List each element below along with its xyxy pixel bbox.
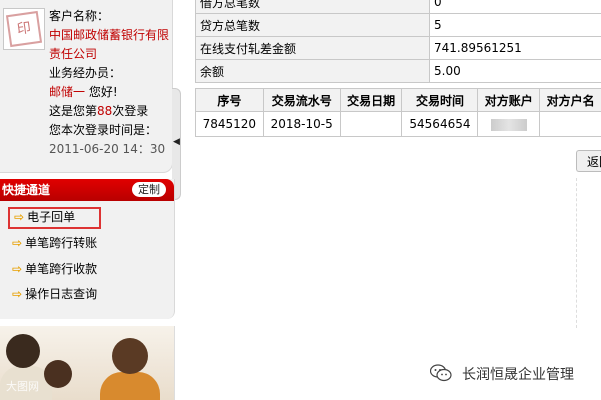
watermark-text: 长润恒晟企业管理 bbox=[462, 367, 574, 383]
cell-account bbox=[477, 111, 541, 137]
arrow-right-icon: ⇨ bbox=[12, 287, 23, 301]
quick-item-label: 操作日志查询 bbox=[25, 287, 98, 301]
table-header-row: 序号 交易流水号 交易日期 交易时间 对方账户 对方户名 bbox=[195, 88, 601, 112]
column-header: 序号 bbox=[195, 88, 264, 112]
promo-photo: 大图网 bbox=[0, 326, 175, 400]
caret-left-icon: ◀ bbox=[173, 137, 180, 147]
table-row: 贷方总笔数 5 bbox=[195, 13, 601, 37]
quick-item-e-receipt[interactable]: ⇨ 电子回单 bbox=[8, 207, 102, 229]
quick-access-title: 快捷通道 bbox=[2, 183, 51, 197]
summary-label: 余额 bbox=[195, 59, 430, 83]
table-row[interactable]: 7845120 2018-10-5 54564654 bbox=[195, 111, 601, 137]
summary-value: 0 bbox=[429, 0, 601, 14]
back-button[interactable]: 返回 bbox=[576, 150, 601, 172]
visit-count: 88 bbox=[97, 104, 113, 118]
quick-item-label: 单笔跨行转账 bbox=[25, 236, 98, 250]
customer-name: 中国邮政储蓄银行有限责任公司 bbox=[49, 28, 170, 61]
cell-serial: 2018-10-5 bbox=[262, 111, 341, 137]
column-header: 对方户名 bbox=[539, 88, 601, 112]
table-row: 余额 5.00 bbox=[195, 59, 601, 83]
last-login-time: 2011-06-20 14：30 bbox=[49, 142, 166, 156]
summary-value: 5 bbox=[429, 13, 601, 37]
transactions-table: 序号 交易流水号 交易日期 交易时间 对方账户 对方户名 7845120 201… bbox=[195, 88, 601, 137]
seal-icon: 印 bbox=[5, 10, 43, 48]
table-row: 在线支付轧差金额 741.89561251 bbox=[195, 36, 601, 60]
column-header: 对方账户 bbox=[477, 88, 541, 112]
quick-access-header: 快捷通道 定制 bbox=[0, 179, 174, 201]
column-header: 交易日期 bbox=[339, 88, 403, 112]
agent-name: 邮储一 bbox=[49, 85, 86, 99]
summary-table: 借方总笔数 0 贷方总笔数 5 在线支付轧差金额 741.89561251 余额 5.0… bbox=[195, 0, 601, 83]
quick-item-label: 单笔跨行收款 bbox=[25, 262, 98, 276]
quick-item-interbank-transfer[interactable]: ⇨ 单笔跨行转账 bbox=[8, 233, 97, 253]
column-header: 交易时间 bbox=[401, 88, 479, 112]
quick-item-interbank-collection[interactable]: ⇨ 单笔跨行收款 bbox=[8, 259, 97, 279]
summary-value: 741.89561251 bbox=[429, 36, 601, 60]
sidebar: 印 客户名称： 中国邮政储蓄银行有限责任公司 业务经办员： 邮储一 您好! 这是… bbox=[0, 0, 181, 400]
cell-date bbox=[339, 111, 403, 137]
wechat-icon bbox=[430, 364, 452, 382]
photo-watermark: 大图网 bbox=[6, 380, 39, 393]
arrow-right-icon: ⇨ bbox=[14, 210, 25, 224]
redacted-account bbox=[490, 118, 527, 131]
quick-item-label: 电子回单 bbox=[27, 210, 76, 224]
cell-name bbox=[539, 111, 601, 137]
quick-item-operation-log[interactable]: ⇨ 操作日志查询 bbox=[8, 284, 97, 304]
last-login-label: 您本次登录时间是： bbox=[49, 123, 158, 137]
summary-label: 在线支付轧差金额 bbox=[195, 36, 430, 60]
visit-prefix: 这是您第 bbox=[49, 104, 98, 118]
summary-label: 贷方总笔数 bbox=[195, 13, 430, 37]
summary-label: 借方总笔数 bbox=[195, 0, 430, 14]
greeting: 您好! bbox=[85, 85, 118, 99]
cell-seq: 7845120 bbox=[195, 111, 264, 137]
cell-time: 54564654 bbox=[401, 111, 479, 137]
user-info-panel: 印 客户名称： 中国邮政储蓄银行有限责任公司 业务经办员： 邮储一 您好! 这是… bbox=[0, 0, 173, 173]
table-row: 借方总笔数 0 bbox=[195, 0, 601, 14]
agent-label: 业务经办员： bbox=[49, 66, 122, 80]
visit-suffix: 次登录 bbox=[112, 104, 149, 118]
divider bbox=[576, 178, 578, 328]
arrow-right-icon: ⇨ bbox=[12, 236, 23, 250]
arrow-right-icon: ⇨ bbox=[12, 262, 23, 276]
column-header: 交易流水号 bbox=[262, 88, 341, 112]
customize-button[interactable]: 定制 bbox=[132, 182, 166, 197]
customer-label: 客户名称： bbox=[49, 9, 110, 23]
avatar: 印 bbox=[3, 8, 45, 50]
summary-value: 5.00 bbox=[429, 59, 601, 83]
quick-access-panel: 快捷通道 定制 ⇨ 电子回单 ⇨ 单笔跨行转账 ⇨ 单笔跨行收款 ⇨ 操作日志查询 bbox=[0, 179, 175, 319]
